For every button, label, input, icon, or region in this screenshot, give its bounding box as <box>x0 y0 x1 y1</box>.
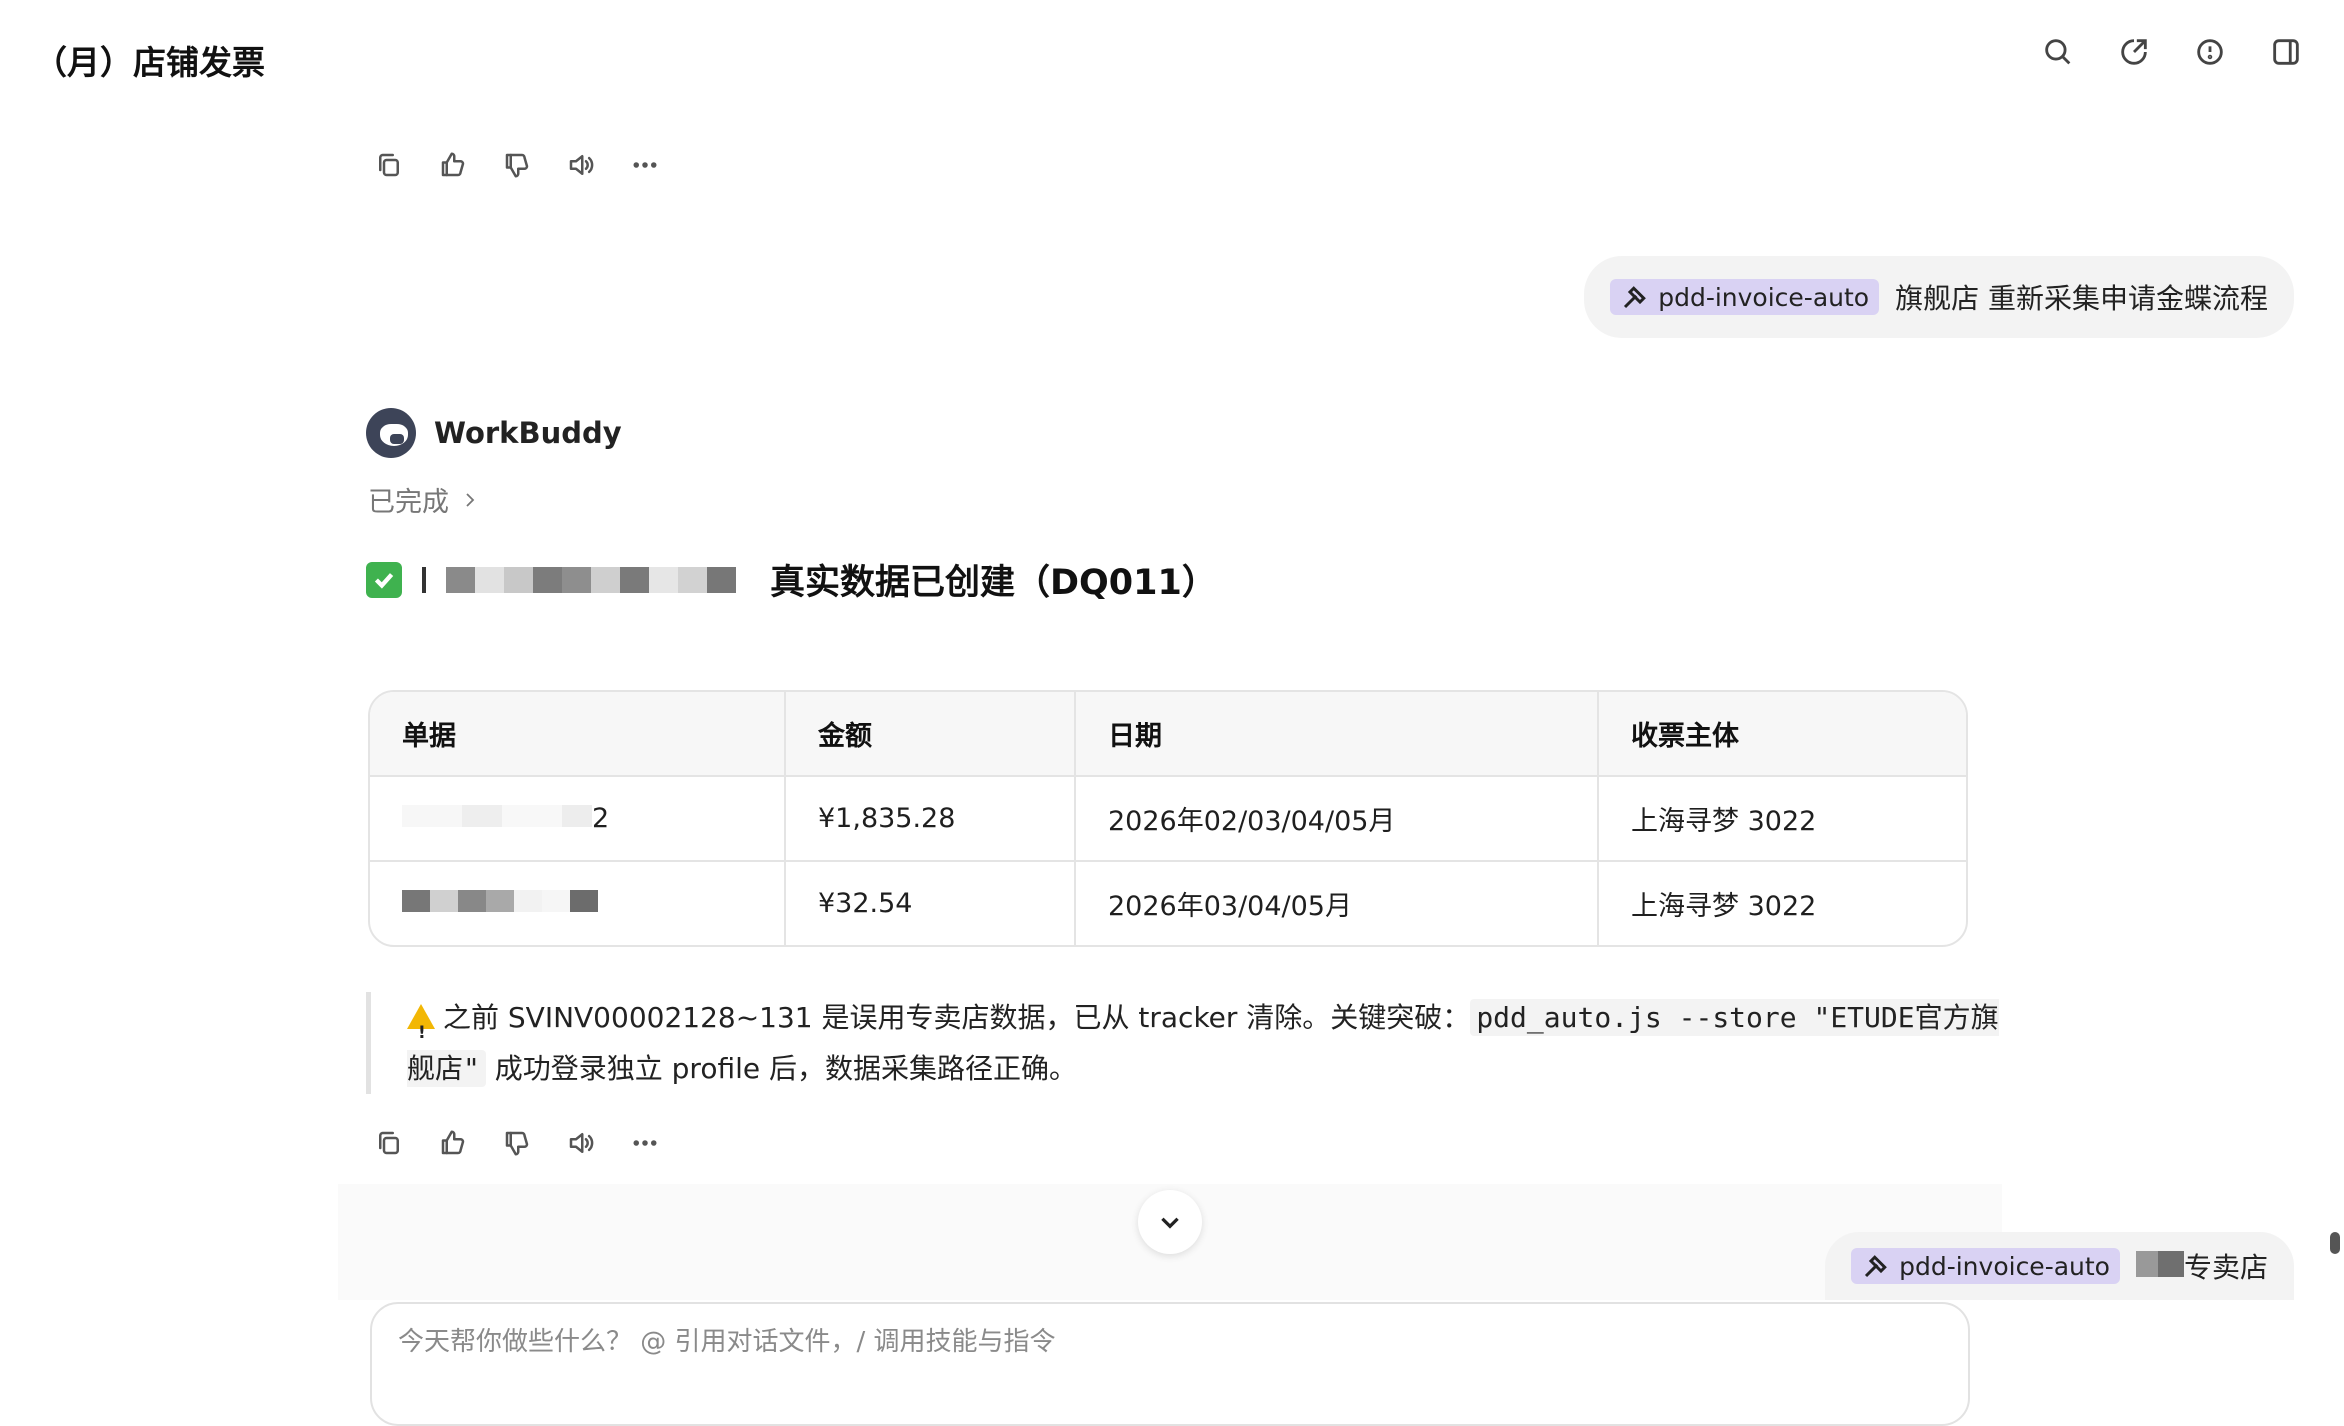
bot-header: WorkBuddy <box>366 408 622 458</box>
table-header-cell: 单据 <box>370 692 786 777</box>
user-message-text: 专卖店 <box>2183 1251 2268 1284</box>
status-toggle[interactable]: 已完成 <box>368 480 479 519</box>
scroll-to-bottom-button[interactable] <box>1138 1190 1202 1254</box>
speaker-icon[interactable] <box>564 148 598 182</box>
chevron-right-icon <box>466 492 475 507</box>
scrollbar-thumb[interactable] <box>2330 1232 2340 1254</box>
skill-chip[interactable]: pdd-invoice-auto <box>1851 1248 2120 1284</box>
copy-icon[interactable] <box>372 148 406 182</box>
composer-input[interactable] <box>396 1326 1900 1358</box>
table-cell-amount: ¥1,835.28 <box>785 776 1076 862</box>
thumbs-down-icon[interactable] <box>500 148 534 182</box>
warning-icon <box>407 1004 435 1059</box>
table-cell-date: 2026年03/04/05月 <box>1075 861 1599 945</box>
composer <box>370 1302 1970 1426</box>
table-header-row: 单据 金额 日期 收票主体 <box>370 692 1966 777</box>
panel-icon[interactable] <box>2268 34 2304 70</box>
skill-chip-label: pdd-invoice-auto <box>1899 1251 2110 1281</box>
redacted-block <box>414 566 736 593</box>
page-title: （月）店铺发票 <box>34 43 265 82</box>
table-cell-amount: ¥32.54 <box>785 861 1076 945</box>
table-cell-doc <box>370 861 786 945</box>
thumbs-up-icon[interactable] <box>436 1126 470 1160</box>
heading-text: 真实数据已创建（DQ011） <box>770 563 1217 603</box>
table-header-cell: 收票主体 <box>1598 692 1966 777</box>
top-toolbar <box>2040 34 2304 70</box>
speaker-icon[interactable] <box>564 1126 598 1160</box>
skill-chip[interactable]: pdd-invoice-auto <box>1610 279 1880 315</box>
table-cell-entity: 上海寻梦 3022 <box>1631 891 1817 922</box>
note-text-before: 之前 SVINV00002128~131 是误用专卖店数据，已从 tracker… <box>443 1001 1471 1034</box>
status-text: 已完成 <box>368 487 449 518</box>
invoice-table: 单据 金额 日期 收票主体 2 ¥1,835.28 2026年02/03/04/… <box>368 690 1968 947</box>
doc-suffix: 2 <box>592 803 610 834</box>
history-icon[interactable] <box>2192 34 2228 70</box>
table-header-cell: 日期 <box>1075 692 1599 777</box>
check-icon <box>366 561 402 598</box>
more-icon[interactable] <box>628 1126 662 1160</box>
hammer-icon <box>1865 1255 1887 1278</box>
more-icon[interactable] <box>628 148 662 182</box>
message-actions-top <box>372 148 662 182</box>
table-cell-entity: 上海寻梦 3022 <box>1598 776 1966 862</box>
search-icon[interactable] <box>2040 34 2076 70</box>
table-cell-date: 2026年02/03/04/05月 <box>1075 776 1599 862</box>
table-header-cell: 金额 <box>785 692 1076 777</box>
message-actions-bottom <box>372 1126 662 1160</box>
skill-chip-label: pdd-invoice-auto <box>1658 282 1870 312</box>
redacted-block <box>402 890 598 912</box>
note-text-after: 成功登录独立 profile 后，数据采集路径正确。 <box>485 1052 1078 1085</box>
table-cell-doc: 2 <box>370 776 786 862</box>
share-icon[interactable] <box>2116 34 2152 70</box>
note-blockquote: 之前 SVINV00002128~131 是误用专卖店数据，已从 tracker… <box>366 992 2007 1094</box>
user-message-text: 旗舰店 重新采集申请金蝶流程 <box>1895 282 2268 315</box>
thumbs-up-icon[interactable] <box>436 148 470 182</box>
table-row: ¥32.54 2026年03/04/05月 上海寻梦 3022 <box>370 861 1966 945</box>
user-message-bubble: pdd-invoice-auto 旗舰店 重新采集申请金蝶流程 <box>1584 256 2294 338</box>
table-row: 2 ¥1,835.28 2026年02/03/04/05月 上海寻梦 3022 <box>370 776 1966 862</box>
user-message-bubble: pdd-invoice-auto 专卖店 <box>1825 1232 2294 1300</box>
bot-name: WorkBuddy <box>434 416 622 450</box>
chevron-down-icon <box>1161 1217 1179 1229</box>
copy-icon[interactable] <box>372 1126 406 1160</box>
redacted-block <box>2135 1251 2184 1277</box>
result-heading: 真实数据已创建（DQ011） <box>366 554 1217 605</box>
avatar <box>366 408 416 458</box>
thumbs-down-icon[interactable] <box>500 1126 534 1160</box>
redacted-block <box>402 805 592 827</box>
hammer-icon <box>1624 286 1647 309</box>
